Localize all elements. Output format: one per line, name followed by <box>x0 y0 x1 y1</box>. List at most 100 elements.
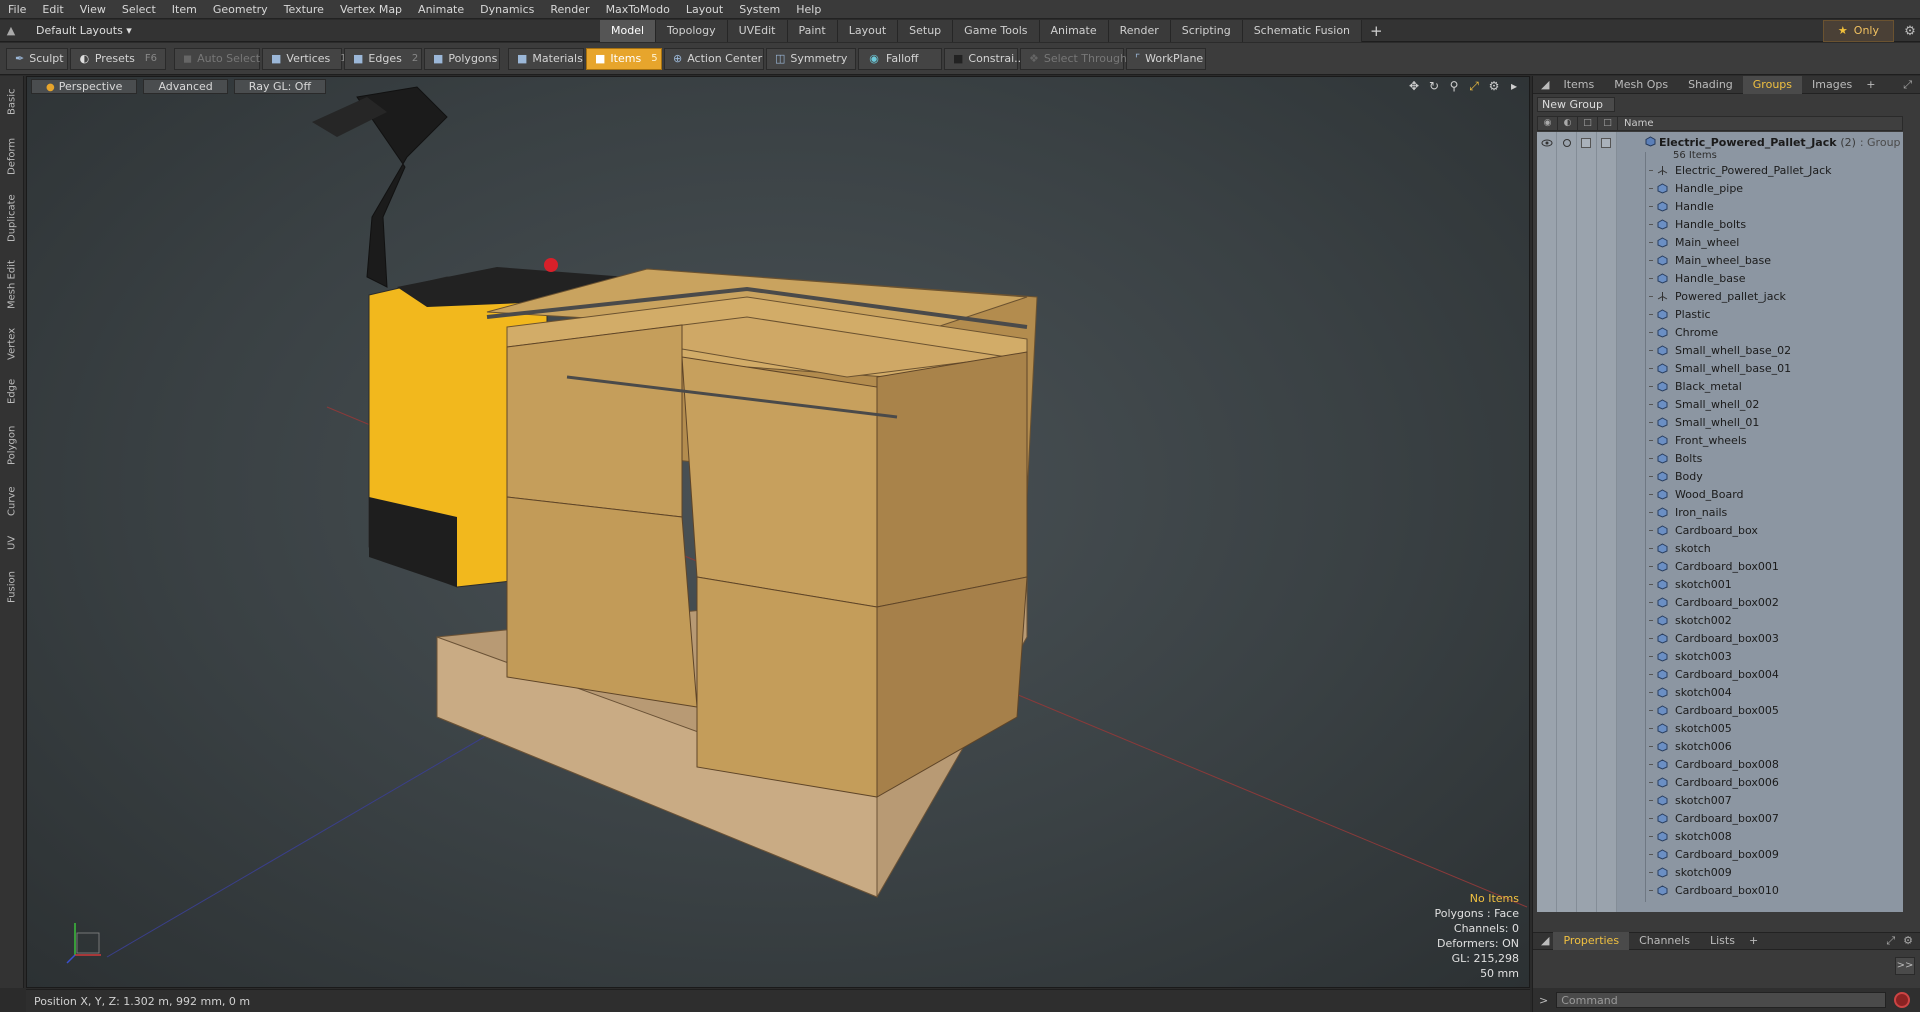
add-panel-tab-icon[interactable]: + <box>1862 76 1879 94</box>
list-item[interactable]: Electric_Powered_Pallet_Jack <box>1537 162 1903 180</box>
left-tab-uv[interactable]: UV <box>0 528 24 558</box>
menu-view[interactable]: View <box>72 0 114 19</box>
list-item[interactable]: skotch007 <box>1537 792 1903 810</box>
list-item[interactable]: Small_whell_02 <box>1537 396 1903 414</box>
list-item[interactable]: Handle_base <box>1537 270 1903 288</box>
properties-tab-lists[interactable]: Lists <box>1700 932 1745 950</box>
workplane-button[interactable]: ⌜ WorkPlane <box>1126 47 1206 70</box>
polygons-button[interactable]: ■ Polygons <box>424 47 500 70</box>
vertices-button[interactable]: ■Vertices1 <box>262 47 347 70</box>
properties-tab-channels[interactable]: Channels <box>1629 932 1700 950</box>
list-item[interactable]: Cardboard_box <box>1537 522 1903 540</box>
select-checkbox[interactable] <box>1601 138 1611 148</box>
menu-edit[interactable]: Edit <box>34 0 71 19</box>
list-item[interactable]: Chrome <box>1537 324 1903 342</box>
left-tab-basic[interactable]: Basic <box>0 80 24 124</box>
list-item[interactable]: Handle_bolts <box>1537 216 1903 234</box>
layout-home-icon[interactable]: ▲ <box>0 20 22 42</box>
panel-tab-items[interactable]: Items <box>1553 76 1604 94</box>
only-button[interactable]: ★ Only <box>1822 20 1894 42</box>
list-item[interactable]: skotch004 <box>1537 684 1903 702</box>
menu-texture[interactable]: Texture <box>276 0 332 19</box>
menu-render[interactable]: Render <box>542 0 597 19</box>
falloff-button[interactable]: ◉ Falloff <box>858 47 942 70</box>
materials-button[interactable]: ■ Materials <box>508 47 584 70</box>
sculpt-button[interactable]: ✒ Sculpt <box>6 47 68 70</box>
list-item[interactable]: Front_wheels <box>1537 432 1903 450</box>
symmetry-button[interactable]: ◫ Symmetry <box>766 47 856 70</box>
menu-system[interactable]: System <box>731 0 788 19</box>
panel-tab-mesh-ops[interactable]: Mesh Ops <box>1604 76 1678 94</box>
presets-button[interactable]: ◐ Presets F6 <box>70 47 166 70</box>
eye-icon[interactable] <box>1541 138 1553 148</box>
lock-checkbox[interactable] <box>1581 138 1591 148</box>
groups-list[interactable]: Electric_Powered_Pallet_Jack (2) : Group… <box>1537 132 1903 912</box>
list-item[interactable]: Cardboard_box008 <box>1537 756 1903 774</box>
zoom-icon[interactable]: ⚲ <box>1447 79 1461 94</box>
panel-tab-images[interactable]: Images <box>1802 76 1862 94</box>
menu-select[interactable]: Select <box>114 0 164 19</box>
list-item[interactable]: Black_metal <box>1537 378 1903 396</box>
tab-model[interactable]: Model <box>600 19 657 42</box>
left-tab-mesh-edit[interactable]: Mesh Edit <box>0 254 24 316</box>
tab-layout[interactable]: Layout <box>837 19 899 42</box>
left-tab-vertex[interactable]: Vertex <box>0 322 24 366</box>
select-through-button[interactable]: ❖ Select Through <box>1020 47 1127 70</box>
list-item[interactable]: skotch005 <box>1537 720 1903 738</box>
menu-file[interactable]: File <box>0 0 34 19</box>
tab-paint[interactable]: Paint <box>787 19 838 42</box>
expand-panel-icon[interactable]: ⤢ <box>1903 78 1912 92</box>
list-item[interactable]: skotch006 <box>1537 738 1903 756</box>
render-toggle-icon[interactable] <box>1561 138 1573 148</box>
expand-properties-icon[interactable]: ⤢ <box>1886 934 1895 948</box>
list-item[interactable]: skotch <box>1537 540 1903 558</box>
left-tab-polygon[interactable]: Polygon <box>0 416 24 474</box>
3d-viewport[interactable]: ● Perspective Advanced Ray GL: Off ✥ ↻ ⚲ … <box>26 76 1530 988</box>
tab-render[interactable]: Render <box>1108 19 1171 42</box>
left-tab-duplicate[interactable]: Duplicate <box>0 188 24 248</box>
list-item[interactable]: Wood_Board <box>1537 486 1903 504</box>
menu-layout[interactable]: Layout <box>678 0 731 19</box>
list-item[interactable]: Small_whell_01 <box>1537 414 1903 432</box>
list-item[interactable]: skotch002 <box>1537 612 1903 630</box>
menu-vertex-map[interactable]: Vertex Map <box>332 0 410 19</box>
command-input[interactable] <box>1556 992 1887 1008</box>
panel-tab-groups[interactable]: Groups <box>1742 75 1803 94</box>
properties-pin-icon[interactable]: ◢ <box>1537 932 1553 950</box>
gear-icon[interactable]: ⚙ <box>1900 24 1920 39</box>
left-tab-curve[interactable]: Curve <box>0 480 24 522</box>
group-row[interactable]: Electric_Powered_Pallet_Jack (2) : Group… <box>1537 134 1903 162</box>
list-item[interactable]: skotch009 <box>1537 864 1903 882</box>
fit-icon[interactable]: ⤢ <box>1467 79 1481 94</box>
tab-game-tools[interactable]: Game Tools <box>953 19 1040 42</box>
menu-maxtomodo[interactable]: MaxToModo <box>598 0 678 19</box>
visibility-column-icon[interactable]: ◉ <box>1538 117 1558 130</box>
menu-animate[interactable]: Animate <box>410 0 472 19</box>
viewport-gear-icon[interactable]: ⚙ <box>1487 79 1501 94</box>
constraints-button[interactable]: ■ Constrai... <box>944 47 1025 70</box>
list-item[interactable]: Small_whell_base_02 <box>1537 342 1903 360</box>
list-item[interactable]: Cardboard_box007 <box>1537 810 1903 828</box>
list-item[interactable]: Cardboard_box003 <box>1537 630 1903 648</box>
record-macro-icon[interactable] <box>1894 992 1911 1008</box>
list-item[interactable]: Cardboard_box004 <box>1537 666 1903 684</box>
list-item[interactable]: skotch003 <box>1537 648 1903 666</box>
menu-help[interactable]: Help <box>788 0 829 19</box>
list-item[interactable]: Cardboard_box001 <box>1537 558 1903 576</box>
list-item[interactable]: Body <box>1537 468 1903 486</box>
list-item[interactable]: Small_whell_base_01 <box>1537 360 1903 378</box>
list-item[interactable]: Bolts <box>1537 450 1903 468</box>
list-item[interactable]: Cardboard_box002 <box>1537 594 1903 612</box>
list-item[interactable]: skotch008 <box>1537 828 1903 846</box>
list-item[interactable]: Main_wheel_base <box>1537 252 1903 270</box>
viewport-menu-arrow-icon[interactable]: ▸ <box>1507 79 1521 94</box>
raygl-toggle[interactable]: Ray GL: Off <box>233 78 327 94</box>
default-layouts-dropdown[interactable]: Default Layouts ▾ <box>22 24 132 37</box>
view-mode-dropdown[interactable]: ● Perspective <box>31 78 138 94</box>
properties-gear-icon[interactable]: ⚙ <box>1903 934 1913 948</box>
select-column-icon[interactable]: □ <box>1598 117 1618 130</box>
edges-button[interactable]: ■ Edges 2 <box>344 47 422 70</box>
list-item[interactable]: Cardboard_box009 <box>1537 846 1903 864</box>
list-item[interactable]: Cardboard_box005 <box>1537 702 1903 720</box>
new-group-button[interactable]: New Group <box>1537 97 1615 112</box>
